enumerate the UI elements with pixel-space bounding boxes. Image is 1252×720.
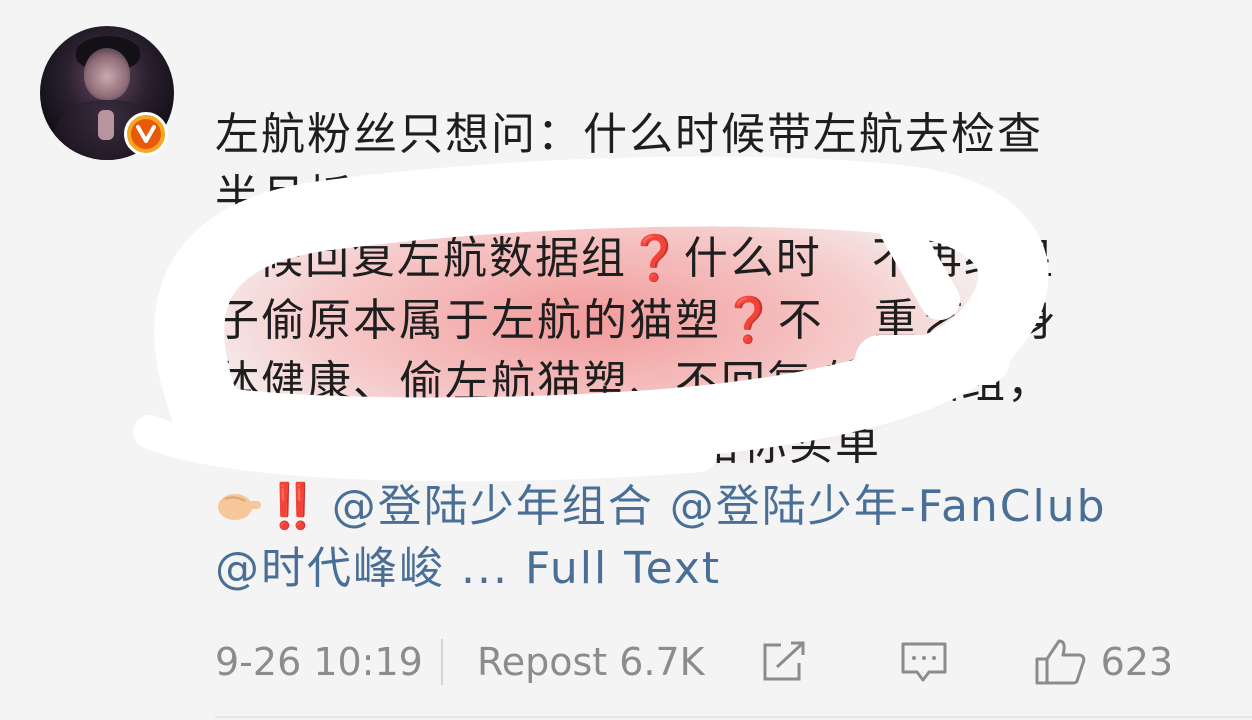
- comment-icon[interactable]: [899, 638, 949, 686]
- avatar-hand: [98, 110, 114, 140]
- full-text-link[interactable]: ... Full Text: [461, 543, 721, 594]
- mention-link[interactable]: @登陆少年-FanClub: [670, 481, 1107, 532]
- post-text-span: 什么: [849, 171, 942, 222]
- repost-button[interactable]: Repost 6.7K: [477, 640, 705, 684]
- post-line-7: ‼️ @登陆少年组合 @登陆少年-FanClub: [215, 476, 1225, 538]
- share-icon[interactable]: [759, 639, 809, 685]
- post-text-span: 候回复左航数据组: [259, 233, 627, 284]
- post-line-6: 粉丝给你买单: [215, 414, 1225, 476]
- post-line-8: @时代峰峻 ... Full Text: [215, 538, 1225, 600]
- like-count: 623: [1100, 640, 1174, 684]
- post-text-span: 计划并执行: [563, 171, 793, 222]
- like-button[interactable]: 623: [1033, 637, 1174, 687]
- post-footer: 9-26 10:19 Repost 6.7K 623: [215, 636, 1225, 688]
- post-body: 左航粉丝只想问：什么时候带左航去检查 半月板 计划并执行❓什么 候回复左航数据组❓…: [215, 104, 1225, 600]
- post-text-span: 航数据组，: [823, 357, 1053, 408]
- post-text-span: 不再给皇: [871, 233, 1056, 284]
- double-exclamation-emoji: ‼️: [265, 481, 320, 532]
- post-line-2: 半月板 计划并执行❓什么: [215, 166, 1225, 228]
- post-text-span: 不: [777, 295, 824, 346]
- post-line-5: 体健康、偷左航猫塑、不回复 航数据组，: [215, 352, 1225, 414]
- avatar-face: [84, 48, 130, 100]
- divider: [215, 716, 1252, 718]
- question-mark-emoji: ❓: [793, 171, 850, 222]
- weibo-post: 左航粉丝只想问：什么时候带左航去检查 半月板 计划并执行❓什么 候回复左航数据组❓…: [0, 0, 1252, 720]
- verified-badge-icon: [124, 112, 168, 156]
- post-line-3: 候回复左航数据组❓什么时 不再给皇: [215, 228, 1225, 290]
- question-mark-emoji: ❓: [721, 295, 778, 346]
- divider: [441, 639, 443, 685]
- timestamp: 9-26 10:19: [215, 640, 423, 684]
- post-line-1: 左航粉丝只想问：什么时候带左航去检查: [215, 104, 1225, 166]
- post-text-span: 重艺人身: [873, 295, 1058, 346]
- thumbs-up-icon: [1035, 639, 1085, 685]
- post-text-span: 左航粉丝只想问：什么时候带左航去检查: [215, 109, 1043, 160]
- mention-link[interactable]: @时代峰峻: [215, 543, 445, 594]
- pointing-hand-icon: [218, 494, 261, 520]
- post-text-span: 半月板: [215, 171, 353, 222]
- post-line-4: 子偷原本属于左航的猫塑❓不 重艺人身: [215, 290, 1225, 352]
- post-text-span: 体健康、偷左航猫塑、不回复: [215, 357, 813, 408]
- post-text-span: 什么时: [683, 233, 822, 284]
- post-text-span: 粉丝给你买单: [605, 419, 881, 470]
- post-text-span: 子偷原本属于左航的猫塑: [215, 295, 721, 346]
- mention-link[interactable]: @登陆少年组合: [332, 481, 654, 532]
- question-mark-emoji: ❓: [627, 233, 684, 284]
